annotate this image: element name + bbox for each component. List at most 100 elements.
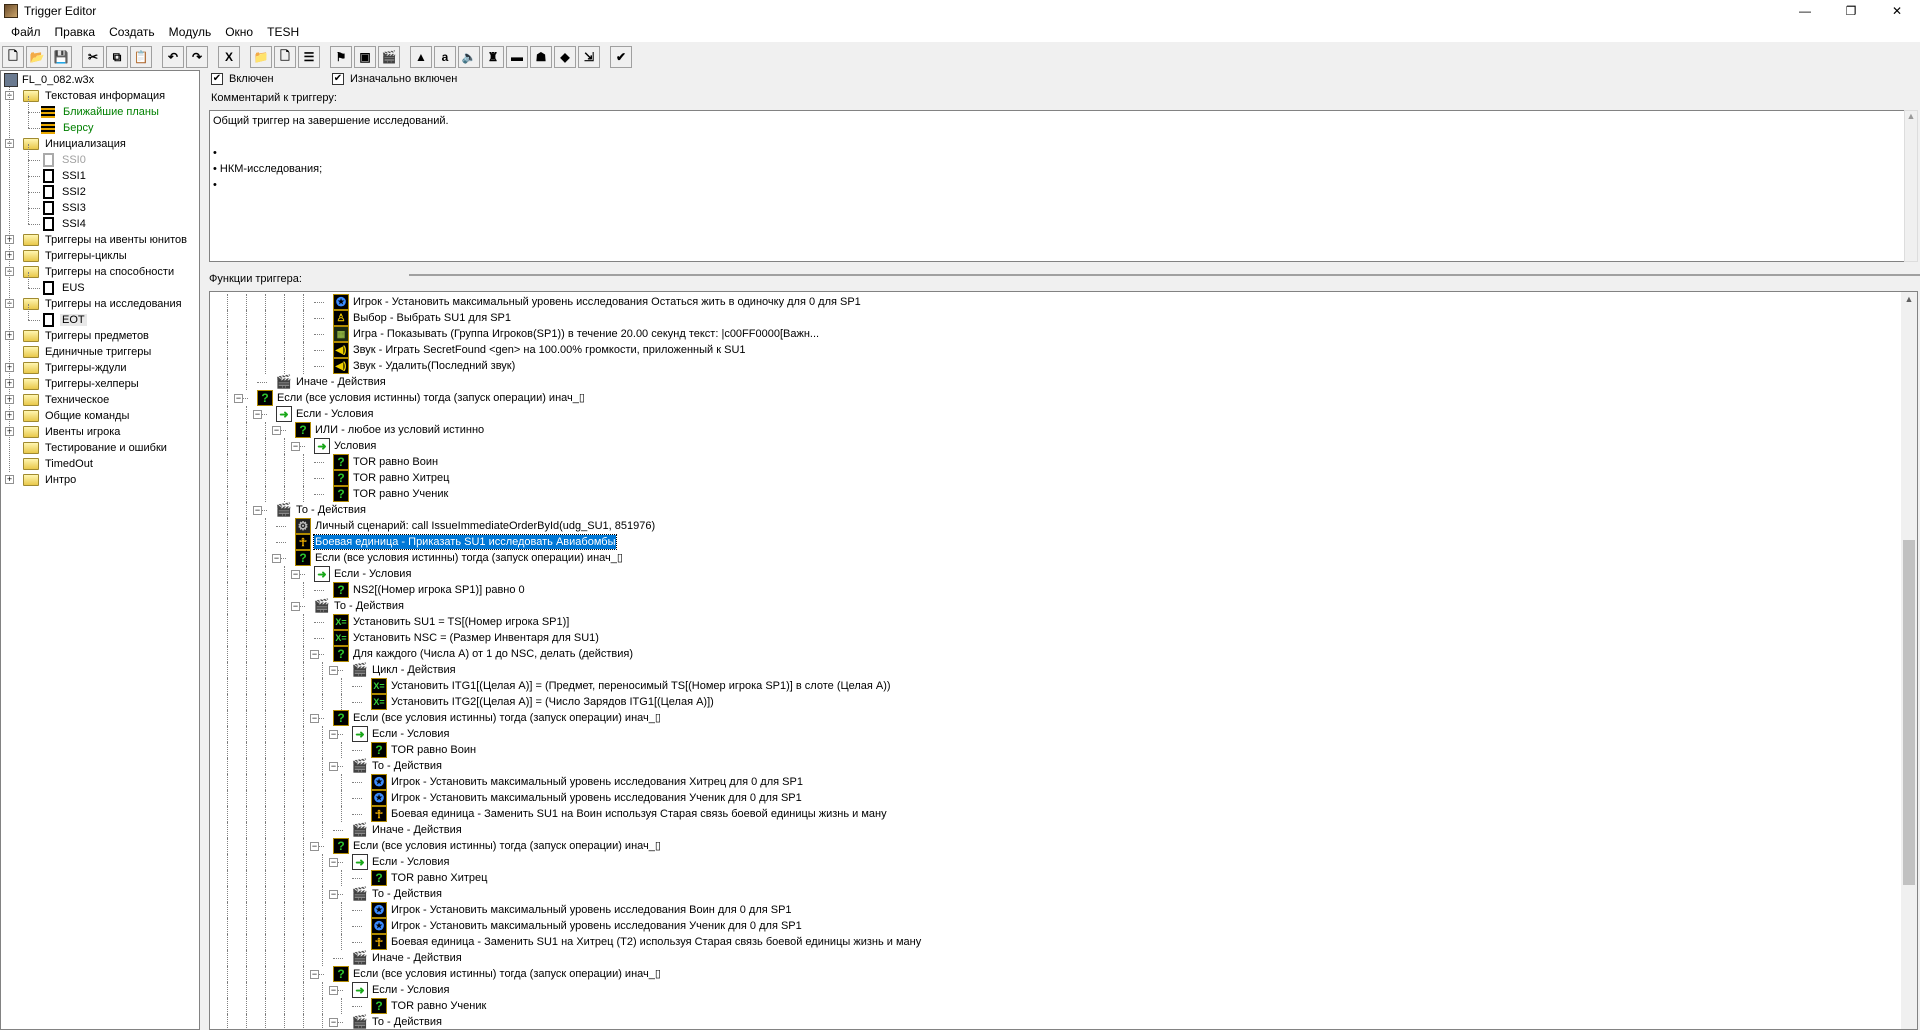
function-row[interactable]: ? TOR равно Ученик [210,998,1901,1014]
trigger-editor-button[interactable]: a [434,46,456,68]
menu-tesh[interactable]: TESH [260,25,306,39]
function-row[interactable]: −? Если (все условия истинны) тогда (запу… [210,710,1901,726]
function-row[interactable]: −? Если (все условия истинны) тогда (запу… [210,966,1901,982]
ai-editor-button[interactable]: ☗ [530,46,552,68]
function-row[interactable]: ✪ Игрок - Установить максимальный уровень… [210,918,1901,934]
enabled-check-box[interactable]: ✔ [211,73,223,85]
collapse-toggle[interactable]: − [329,730,338,739]
scrollbar-thumb[interactable] [1903,540,1915,885]
collapse-toggle[interactable]: − [329,762,338,771]
menu-module[interactable]: Модуль [162,25,219,39]
collapse-toggle[interactable]: − [329,986,338,995]
new-condition-button[interactable]: ▣ [354,46,376,68]
function-row[interactable]: ▦ Игра - Показывать (Группа Игроков(SP1))… [210,326,1901,342]
function-row[interactable]: − 🎬 То - Действия [210,1014,1901,1029]
map-trigger-tree[interactable]: FL_0_082.w3x Текстовая информация − Ближайш… [0,70,200,1030]
function-row[interactable]: ⚙ Личный сценарий: call IssueImmediateOrd… [210,518,1901,534]
restore-button[interactable]: ❐ [1828,0,1874,22]
function-row[interactable]: 🎬 Иначе - Действия [210,374,1901,390]
function-row[interactable]: − ➜ Если - Условия [210,854,1901,870]
tree-item[interactable]: Триггеры предметов [23,328,151,344]
tree-item[interactable]: Триггеры-хелперы [23,376,141,392]
collapse-toggle[interactable]: − [329,666,338,675]
save-button[interactable]: 💾 [50,46,72,68]
tree-item[interactable]: Берсу [41,120,95,136]
open-button[interactable]: 📂 [26,46,48,68]
pane-splitter[interactable] [409,274,1920,276]
function-row[interactable]: − 🎬 То - Действия [210,758,1901,774]
function-row[interactable]: −? Если (все условия истинны) тогда (запу… [210,550,1901,566]
initially-on-check-box[interactable]: ✔ [332,73,344,85]
collapse-toggle[interactable]: − [291,602,300,611]
scroll-up-arrow[interactable]: ▲ [1901,294,1917,304]
collapse-toggle[interactable]: − [291,442,300,451]
menu-window[interactable]: Окно [218,25,260,39]
delete-button[interactable]: X [218,46,240,68]
function-row[interactable]: 🎬 Иначе - Действия [210,950,1901,966]
function-row[interactable]: − 🎬 То - Действия [210,502,1901,518]
collapse-toggle[interactable]: − [329,858,338,867]
campaign-editor-button[interactable]: ▬ [506,46,528,68]
tree-item[interactable]: SSI0 [41,152,88,168]
tree-item[interactable]: Триггеры-циклы [23,248,129,264]
collapse-toggle[interactable]: − [310,842,319,851]
copy-button[interactable]: ⧉ [106,46,128,68]
function-row[interactable]: ☥ Боевая единица - Заменить SU1 на Хитрец… [210,934,1901,950]
sound-editor-button[interactable]: 🔈 [458,46,480,68]
function-row[interactable]: −? Если (все условия истинны) тогда (запу… [210,390,1901,406]
function-row[interactable]: ? NS2[(Номер игрока SP1)] равно 0 [210,582,1901,598]
tree-item[interactable]: Общие команды [23,408,131,424]
function-row[interactable]: − 🎬 То - Действия [210,598,1901,614]
function-row[interactable]: − ➜ Условия [210,438,1901,454]
function-row[interactable]: ? TOR равно Хитрец [210,870,1901,886]
tree-item[interactable]: Триггеры-ждули [23,360,129,376]
tree-item[interactable]: Триггеры на исследования [23,296,184,312]
function-row[interactable]: X= Установить ITG1[(Целая A)] = (Предмет,… [210,678,1901,694]
tree-item[interactable]: Триггеры на ивенты юнитов [23,232,189,248]
function-row[interactable]: ◀) Звук - Удалить(Последний звук) [210,358,1901,374]
tree-item[interactable]: Техническое [23,392,111,408]
tree-item[interactable]: TimedOut [23,456,95,472]
function-row[interactable]: − ➜ Если - Условия [210,406,1901,422]
function-row[interactable]: ? TOR равно Хитрец [210,470,1901,486]
collapse-toggle[interactable]: − [253,410,262,419]
menu-file[interactable]: Файл [4,25,48,39]
collapse-toggle[interactable]: − [234,394,243,403]
new-trigger-button[interactable]: 🗋 [274,46,296,68]
function-row[interactable]: ✪ Игрок - Установить максимальный уровень… [210,774,1901,790]
import-manager-button[interactable]: ⇲ [578,46,600,68]
tree-item[interactable]: SSI4 [41,216,88,232]
function-row[interactable]: 🎬 Иначе - Действия [210,822,1901,838]
comment-scrollbar[interactable]: ▲ [1904,110,1918,262]
tree-item[interactable]: Ивенты игрока [23,424,122,440]
function-row[interactable]: ? TOR равно Ученик [210,486,1901,502]
expand-toggle[interactable]: + [5,475,14,484]
function-row[interactable]: − ➜ Если - Условия [210,566,1901,582]
function-row[interactable]: X= Установить ITG2[(Целая A)] = (Число За… [210,694,1901,710]
function-row[interactable]: ♙ Выбор - Выбрать SU1 для SP1 [210,310,1901,326]
collapse-toggle[interactable]: − [310,714,319,723]
function-row[interactable]: X= Установить SU1 = TS[(Номер игрока SP1)… [210,614,1901,630]
collapse-toggle[interactable]: − [272,554,281,563]
tree-item[interactable]: SSI3 [41,200,88,216]
tree-item[interactable]: SSI1 [41,168,88,184]
function-row[interactable]: ✪ Игрок - Установить максимальный уровень… [210,294,1901,310]
object-editor-button[interactable]: ♜ [482,46,504,68]
new-button[interactable]: 🗋 [2,46,24,68]
tree-item[interactable]: Ближайшие планы [41,104,161,120]
initially-on-checkbox[interactable]: ✔ Изначально включен [332,73,457,85]
function-row[interactable]: ☥ Боевая единица - Заменить SU1 на Воин и… [210,806,1901,822]
paste-button[interactable]: 📋 [130,46,152,68]
new-action-button[interactable]: 🎬 [378,46,400,68]
function-row[interactable]: ? TOR равно Воин [210,742,1901,758]
tree-item[interactable]: EUS [41,280,87,296]
collapse-toggle[interactable]: − [310,970,319,979]
terrain-editor-button[interactable]: ▲ [410,46,432,68]
function-row[interactable]: ☥ Боевая единица - Приказать SU1 исследов… [210,534,1901,550]
collapse-toggle[interactable]: − [310,650,319,659]
new-comment-button[interactable]: ☰ [298,46,320,68]
function-row[interactable]: ◀) Звук - Играть SecretFound <gen> на 100… [210,342,1901,358]
test-map-button[interactable]: ✔ [610,46,632,68]
object-manager-button[interactable]: ◆ [554,46,576,68]
collapse-toggle[interactable]: − [329,890,338,899]
